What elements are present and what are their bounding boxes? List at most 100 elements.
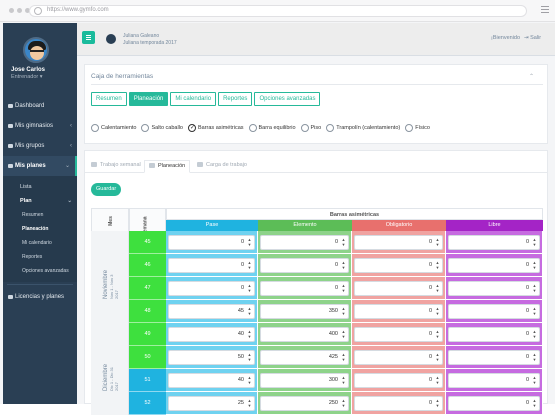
apparatus-option[interactable]: Calentamiento — [91, 124, 136, 132]
sidebar-item-summary[interactable]: Resumen — [3, 208, 77, 222]
number-input[interactable]: 45 ▲ ▼ — [168, 304, 255, 319]
sidebar-item-plans[interactable]: Mis planes ⌄ — [3, 156, 77, 176]
spinner-arrows-icon[interactable]: ▲ ▼ — [341, 237, 346, 247]
radio-icon[interactable] — [141, 124, 150, 132]
sidebar-item-groups[interactable]: Mis grupos ‹ — [3, 136, 77, 156]
spinner-arrows-icon[interactable]: ▲ ▼ — [341, 352, 346, 362]
sidebar-item-calendar[interactable]: Mi calendario — [3, 236, 77, 250]
spinner-arrows-icon[interactable]: ▲ ▼ — [247, 283, 252, 293]
number-input[interactable]: 300 ▲ ▼ — [260, 373, 349, 388]
radio-icon[interactable] — [405, 124, 414, 132]
apparatus-option[interactable]: Salto caballo — [141, 124, 183, 132]
sidebar-item-advanced[interactable]: Opciones avanzadas — [3, 264, 77, 278]
number-input[interactable]: 40 ▲ ▼ — [168, 373, 255, 388]
address-bar[interactable]: https://www.gymfo.com — [29, 5, 527, 17]
toolbox-button[interactable]: Planeación — [128, 92, 169, 106]
number-input[interactable]: 0 ▲ ▼ — [354, 304, 443, 319]
number-input[interactable]: 350 ▲ ▼ — [260, 304, 349, 319]
spinner-arrows-icon[interactable]: ▲ ▼ — [247, 237, 252, 247]
number-input[interactable]: 0 ▲ ▼ — [168, 281, 255, 296]
toolbox-button[interactable]: Mi calendario — [170, 92, 217, 106]
spinner-arrows-icon[interactable]: ▲ ▼ — [532, 237, 537, 247]
spinner-arrows-icon[interactable]: ▲ ▼ — [435, 237, 440, 247]
spinner-arrows-icon[interactable]: ▲ ▼ — [247, 306, 252, 316]
spinner-arrows-icon[interactable]: ▲ ▼ — [247, 260, 252, 270]
tab-planning[interactable]: Planeación — [144, 160, 191, 173]
number-input[interactable]: 0 ▲ ▼ — [448, 373, 540, 388]
spinner-arrows-icon[interactable]: ▲ ▼ — [532, 306, 537, 316]
apparatus-option[interactable]: Piso — [300, 124, 321, 132]
sidebar-item-gyms[interactable]: Mis gimnasios ‹ — [3, 116, 77, 136]
sidebar-item-planning[interactable]: Planeación — [3, 222, 77, 236]
hamburger-icon[interactable] — [541, 6, 549, 14]
number-input[interactable]: 0 ▲ ▼ — [260, 235, 349, 250]
number-input[interactable]: 0 ▲ ▼ — [448, 235, 540, 250]
number-input[interactable]: 0 ▲ ▼ — [354, 350, 443, 365]
spinner-arrows-icon[interactable]: ▲ ▼ — [341, 375, 346, 385]
toolbox-button[interactable]: Reportes — [218, 92, 253, 106]
spinner-arrows-icon[interactable]: ▲ ▼ — [341, 260, 346, 270]
toolbox-button[interactable]: Resumen — [91, 92, 127, 106]
number-input[interactable]: 0 ▲ ▼ — [354, 235, 443, 250]
number-input[interactable]: 0 ▲ ▼ — [354, 327, 443, 342]
spinner-arrows-icon[interactable]: ▲ ▼ — [532, 352, 537, 362]
tab-workload[interactable]: Carga de trabajo — [197, 160, 247, 173]
number-input[interactable]: 50 ▲ ▼ — [168, 350, 255, 365]
number-input[interactable]: 0 ▲ ▼ — [448, 327, 540, 342]
spinner-arrows-icon[interactable]: ▲ ▼ — [435, 375, 440, 385]
sidebar-item-plan[interactable]: Plan ⌄ — [3, 194, 77, 208]
toolbox-button[interactable]: Opciones avanzadas — [254, 92, 321, 106]
tab-weekly-work[interactable]: Trabajo semanal — [91, 160, 141, 173]
spinner-arrows-icon[interactable]: ▲ ▼ — [341, 329, 346, 339]
apparatus-option[interactable]: Barras asimétricas — [187, 124, 244, 132]
number-input[interactable]: 0 ▲ ▼ — [448, 350, 540, 365]
spinner-arrows-icon[interactable]: ▲ ▼ — [532, 260, 537, 270]
spinner-arrows-icon[interactable]: ▲ ▼ — [532, 329, 537, 339]
number-input[interactable]: 0 ▲ ▼ — [260, 258, 349, 273]
apparatus-option[interactable]: Trampolín (calentamiento) — [326, 124, 400, 132]
number-input[interactable]: 40 ▲ ▼ — [168, 327, 255, 342]
spinner-arrows-icon[interactable]: ▲ ▼ — [532, 398, 537, 408]
spinner-arrows-icon[interactable]: ▲ ▼ — [247, 352, 252, 362]
spinner-arrows-icon[interactable]: ▲ ▼ — [435, 260, 440, 270]
spinner-arrows-icon[interactable]: ▲ ▼ — [532, 283, 537, 293]
spinner-arrows-icon[interactable]: ▲ ▼ — [247, 375, 252, 385]
number-input[interactable]: 400 ▲ ▼ — [260, 327, 349, 342]
spinner-arrows-icon[interactable]: ▲ ▼ — [435, 352, 440, 362]
spinner-arrows-icon[interactable]: ▲ ▼ — [341, 306, 346, 316]
spinner-arrows-icon[interactable]: ▲ ▼ — [247, 398, 252, 408]
number-input[interactable]: 0 ▲ ▼ — [448, 258, 540, 273]
radio-icon[interactable] — [248, 124, 257, 132]
number-input[interactable]: 0 ▲ ▼ — [354, 258, 443, 273]
number-input[interactable]: 0 ▲ ▼ — [168, 235, 255, 250]
sidebar-item-list[interactable]: Lista — [3, 180, 77, 194]
spinner-arrows-icon[interactable]: ▲ ▼ — [435, 329, 440, 339]
save-button[interactable]: Guardar — [91, 183, 122, 196]
spinner-arrows-icon[interactable]: ▲ ▼ — [341, 398, 346, 408]
apparatus-option[interactable]: Barra equilibrio — [248, 124, 296, 132]
number-input[interactable]: 0 ▲ ▼ — [448, 281, 540, 296]
chevron-up-icon[interactable]: ⌃ — [529, 73, 534, 80]
number-input[interactable]: 0 ▲ ▼ — [354, 281, 443, 296]
sidebar-item-reports[interactable]: Reportes — [3, 250, 77, 264]
window-controls[interactable] — [9, 8, 30, 13]
number-input[interactable]: 0 ▲ ▼ — [260, 281, 349, 296]
sidebar-item-dashboard[interactable]: Dashboard — [3, 96, 77, 116]
number-input[interactable]: 0 ▲ ▼ — [448, 304, 540, 319]
sidebar-item-licenses[interactable]: Licencias y planes — [3, 287, 77, 307]
spinner-arrows-icon[interactable]: ▲ ▼ — [341, 283, 346, 293]
radio-checked-icon[interactable] — [187, 124, 196, 132]
user-role-dropdown[interactable]: Entrenador ▾ — [11, 74, 43, 80]
number-input[interactable]: 0 ▲ ▼ — [354, 373, 443, 388]
radio-icon[interactable] — [91, 124, 99, 132]
radio-icon[interactable] — [326, 124, 335, 132]
menu-toggle-button[interactable] — [82, 31, 95, 44]
spinner-arrows-icon[interactable]: ▲ ▼ — [435, 283, 440, 293]
spinner-arrows-icon[interactable]: ▲ ▼ — [435, 306, 440, 316]
spinner-arrows-icon[interactable]: ▲ ▼ — [435, 398, 440, 408]
apparatus-option[interactable]: Físico — [405, 124, 430, 132]
logout-link[interactable]: ⇥ Salir — [524, 35, 541, 41]
number-input[interactable]: 425 ▲ ▼ — [260, 350, 349, 365]
radio-icon[interactable] — [300, 124, 309, 132]
spinner-arrows-icon[interactable]: ▲ ▼ — [247, 329, 252, 339]
